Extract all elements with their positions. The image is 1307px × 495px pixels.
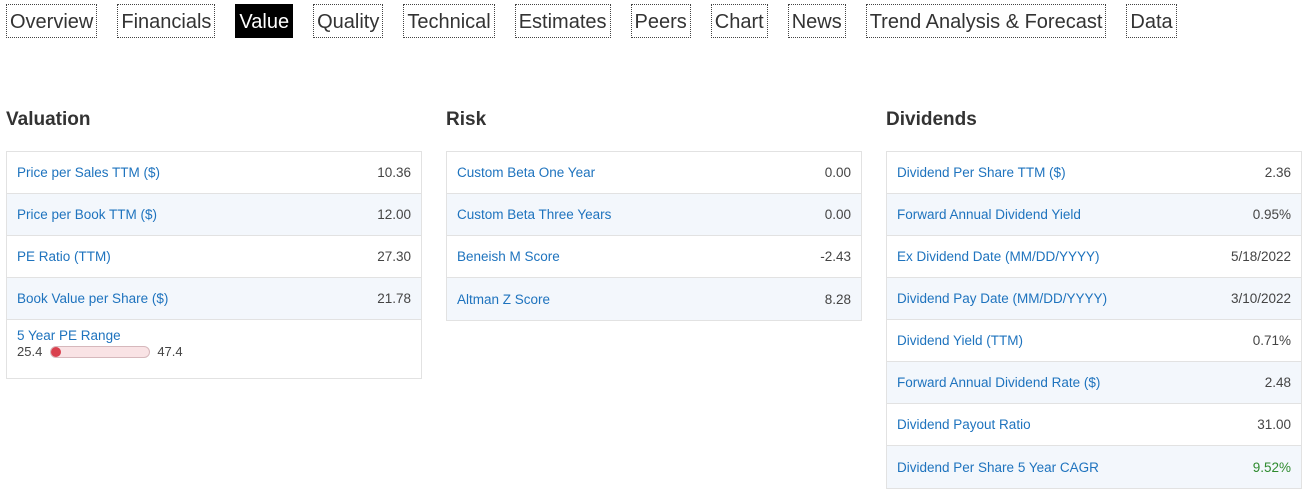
pe-ratio-link[interactable]: PE Ratio (TTM) bbox=[17, 249, 111, 264]
table-row: Price per Book TTM ($) 12.00 bbox=[7, 194, 421, 236]
table-row: Dividend Pay Date (MM/DD/YYYY) 3/10/2022 bbox=[887, 278, 1301, 320]
price-per-book-value: 12.00 bbox=[377, 207, 411, 222]
ex-dividend-date-link[interactable]: Ex Dividend Date (MM/DD/YYYY) bbox=[897, 249, 1100, 264]
book-value-per-share-link[interactable]: Book Value per Share ($) bbox=[17, 291, 168, 306]
tab-quality[interactable]: Quality bbox=[313, 4, 384, 38]
custom-beta-three-years-link[interactable]: Custom Beta Three Years bbox=[457, 207, 611, 222]
pe-range-max: 47.4 bbox=[157, 344, 183, 359]
table-row: Custom Beta Three Years 0.00 bbox=[447, 194, 861, 236]
price-per-sales-link[interactable]: Price per Sales TTM ($) bbox=[17, 165, 160, 180]
altman-z-score-link[interactable]: Altman Z Score bbox=[457, 292, 550, 307]
tab-value[interactable]: Value bbox=[235, 4, 294, 38]
dividends-table: Dividend Per Share TTM ($) 2.36 Forward … bbox=[886, 151, 1302, 489]
dividend-payout-ratio-link[interactable]: Dividend Payout Ratio bbox=[897, 417, 1031, 432]
dividends-section: Dividends Dividend Per Share TTM ($) 2.3… bbox=[886, 106, 1302, 489]
beneish-m-score-link[interactable]: Beneish M Score bbox=[457, 249, 560, 264]
table-row: Altman Z Score 8.28 bbox=[447, 278, 861, 320]
table-row: Dividend Per Share TTM ($) 2.36 bbox=[887, 152, 1301, 194]
dividend-yield-ttm-link[interactable]: Dividend Yield (TTM) bbox=[897, 333, 1023, 348]
altman-z-score-value: 8.28 bbox=[824, 291, 851, 307]
dividend-pay-date-value: 3/10/2022 bbox=[1230, 291, 1291, 306]
tab-trend-analysis-forecast[interactable]: Trend Analysis & Forecast bbox=[865, 4, 1107, 38]
table-row: Forward Annual Dividend Yield 0.95% bbox=[887, 194, 1301, 236]
pe-range-link[interactable]: 5 Year PE Range bbox=[17, 328, 411, 343]
pe-ratio-value: 27.30 bbox=[377, 249, 411, 264]
risk-table: Custom Beta One Year 0.00 Custom Beta Th… bbox=[446, 151, 862, 321]
dividend-per-share-5y-cagr-link[interactable]: Dividend Per Share 5 Year CAGR bbox=[897, 460, 1099, 475]
tab-technical[interactable]: Technical bbox=[403, 4, 495, 38]
pe-range-fill bbox=[51, 346, 62, 357]
custom-beta-one-year-link[interactable]: Custom Beta One Year bbox=[457, 165, 595, 180]
valuation-table: Price per Sales TTM ($) 10.36 Price per … bbox=[6, 151, 422, 379]
dividends-title: Dividends bbox=[886, 109, 977, 130]
tab-data[interactable]: Data bbox=[1126, 4, 1177, 38]
book-value-per-share-value: 21.78 bbox=[377, 291, 411, 306]
pe-range-min: 25.4 bbox=[17, 344, 43, 359]
price-per-sales-value: 10.36 bbox=[377, 165, 411, 180]
dividend-pay-date-link[interactable]: Dividend Pay Date (MM/DD/YYYY) bbox=[897, 291, 1107, 306]
price-per-book-link[interactable]: Price per Book TTM ($) bbox=[17, 207, 157, 222]
table-row: Dividend Yield (TTM) 0.71% bbox=[887, 320, 1301, 362]
dividend-per-share-5y-cagr-value: 9.52% bbox=[1252, 459, 1291, 475]
nav-tabs: Overview Financials Value Quality Techni… bbox=[6, 4, 1197, 40]
table-row: Forward Annual Dividend Rate ($) 2.48 bbox=[887, 362, 1301, 404]
forward-annual-dividend-rate-link[interactable]: Forward Annual Dividend Rate ($) bbox=[897, 375, 1100, 390]
forward-annual-dividend-rate-value: 2.48 bbox=[1264, 375, 1291, 390]
forward-annual-dividend-yield-value: 0.95% bbox=[1252, 207, 1291, 222]
risk-section: Risk Custom Beta One Year 0.00 Custom Be… bbox=[446, 106, 862, 321]
tab-chart[interactable]: Chart bbox=[710, 4, 768, 38]
valuation-section: Valuation Price per Sales TTM ($) 10.36 … bbox=[6, 106, 422, 379]
pe-range-bar bbox=[50, 345, 151, 358]
table-row: Price per Sales TTM ($) 10.36 bbox=[7, 152, 421, 194]
table-row: PE Ratio (TTM) 27.30 bbox=[7, 236, 421, 278]
tab-estimates[interactable]: Estimates bbox=[514, 4, 611, 38]
dividend-per-share-ttm-link[interactable]: Dividend Per Share TTM ($) bbox=[897, 165, 1066, 180]
custom-beta-one-year-value: 0.00 bbox=[824, 165, 851, 180]
risk-title: Risk bbox=[446, 109, 487, 130]
tab-financials[interactable]: Financials bbox=[117, 4, 216, 38]
tab-peers[interactable]: Peers bbox=[630, 4, 691, 38]
ex-dividend-date-value: 5/18/2022 bbox=[1230, 249, 1291, 264]
tab-overview[interactable]: Overview bbox=[6, 4, 98, 38]
beneish-m-score-value: -2.43 bbox=[820, 249, 851, 264]
pe-range-line: 25.4 47.4 bbox=[17, 344, 411, 359]
pe-range-row: 5 Year PE Range 25.4 47.4 bbox=[7, 320, 421, 378]
dividend-per-share-ttm-value: 2.36 bbox=[1264, 165, 1291, 180]
table-row: Ex Dividend Date (MM/DD/YYYY) 5/18/2022 bbox=[887, 236, 1301, 278]
table-row: Dividend Per Share 5 Year CAGR 9.52% bbox=[887, 446, 1301, 488]
dividend-yield-ttm-value: 0.71% bbox=[1252, 333, 1291, 348]
dividend-payout-ratio-value: 31.00 bbox=[1257, 417, 1291, 432]
table-row: Dividend Payout Ratio 31.00 bbox=[887, 404, 1301, 446]
table-row: Book Value per Share ($) 21.78 bbox=[7, 278, 421, 320]
tab-news[interactable]: News bbox=[787, 4, 846, 38]
valuation-title: Valuation bbox=[6, 109, 91, 130]
custom-beta-three-years-value: 0.00 bbox=[824, 207, 851, 222]
forward-annual-dividend-yield-link[interactable]: Forward Annual Dividend Yield bbox=[897, 207, 1081, 222]
table-row: Beneish M Score -2.43 bbox=[447, 236, 861, 278]
table-row: Custom Beta One Year 0.00 bbox=[447, 152, 861, 194]
